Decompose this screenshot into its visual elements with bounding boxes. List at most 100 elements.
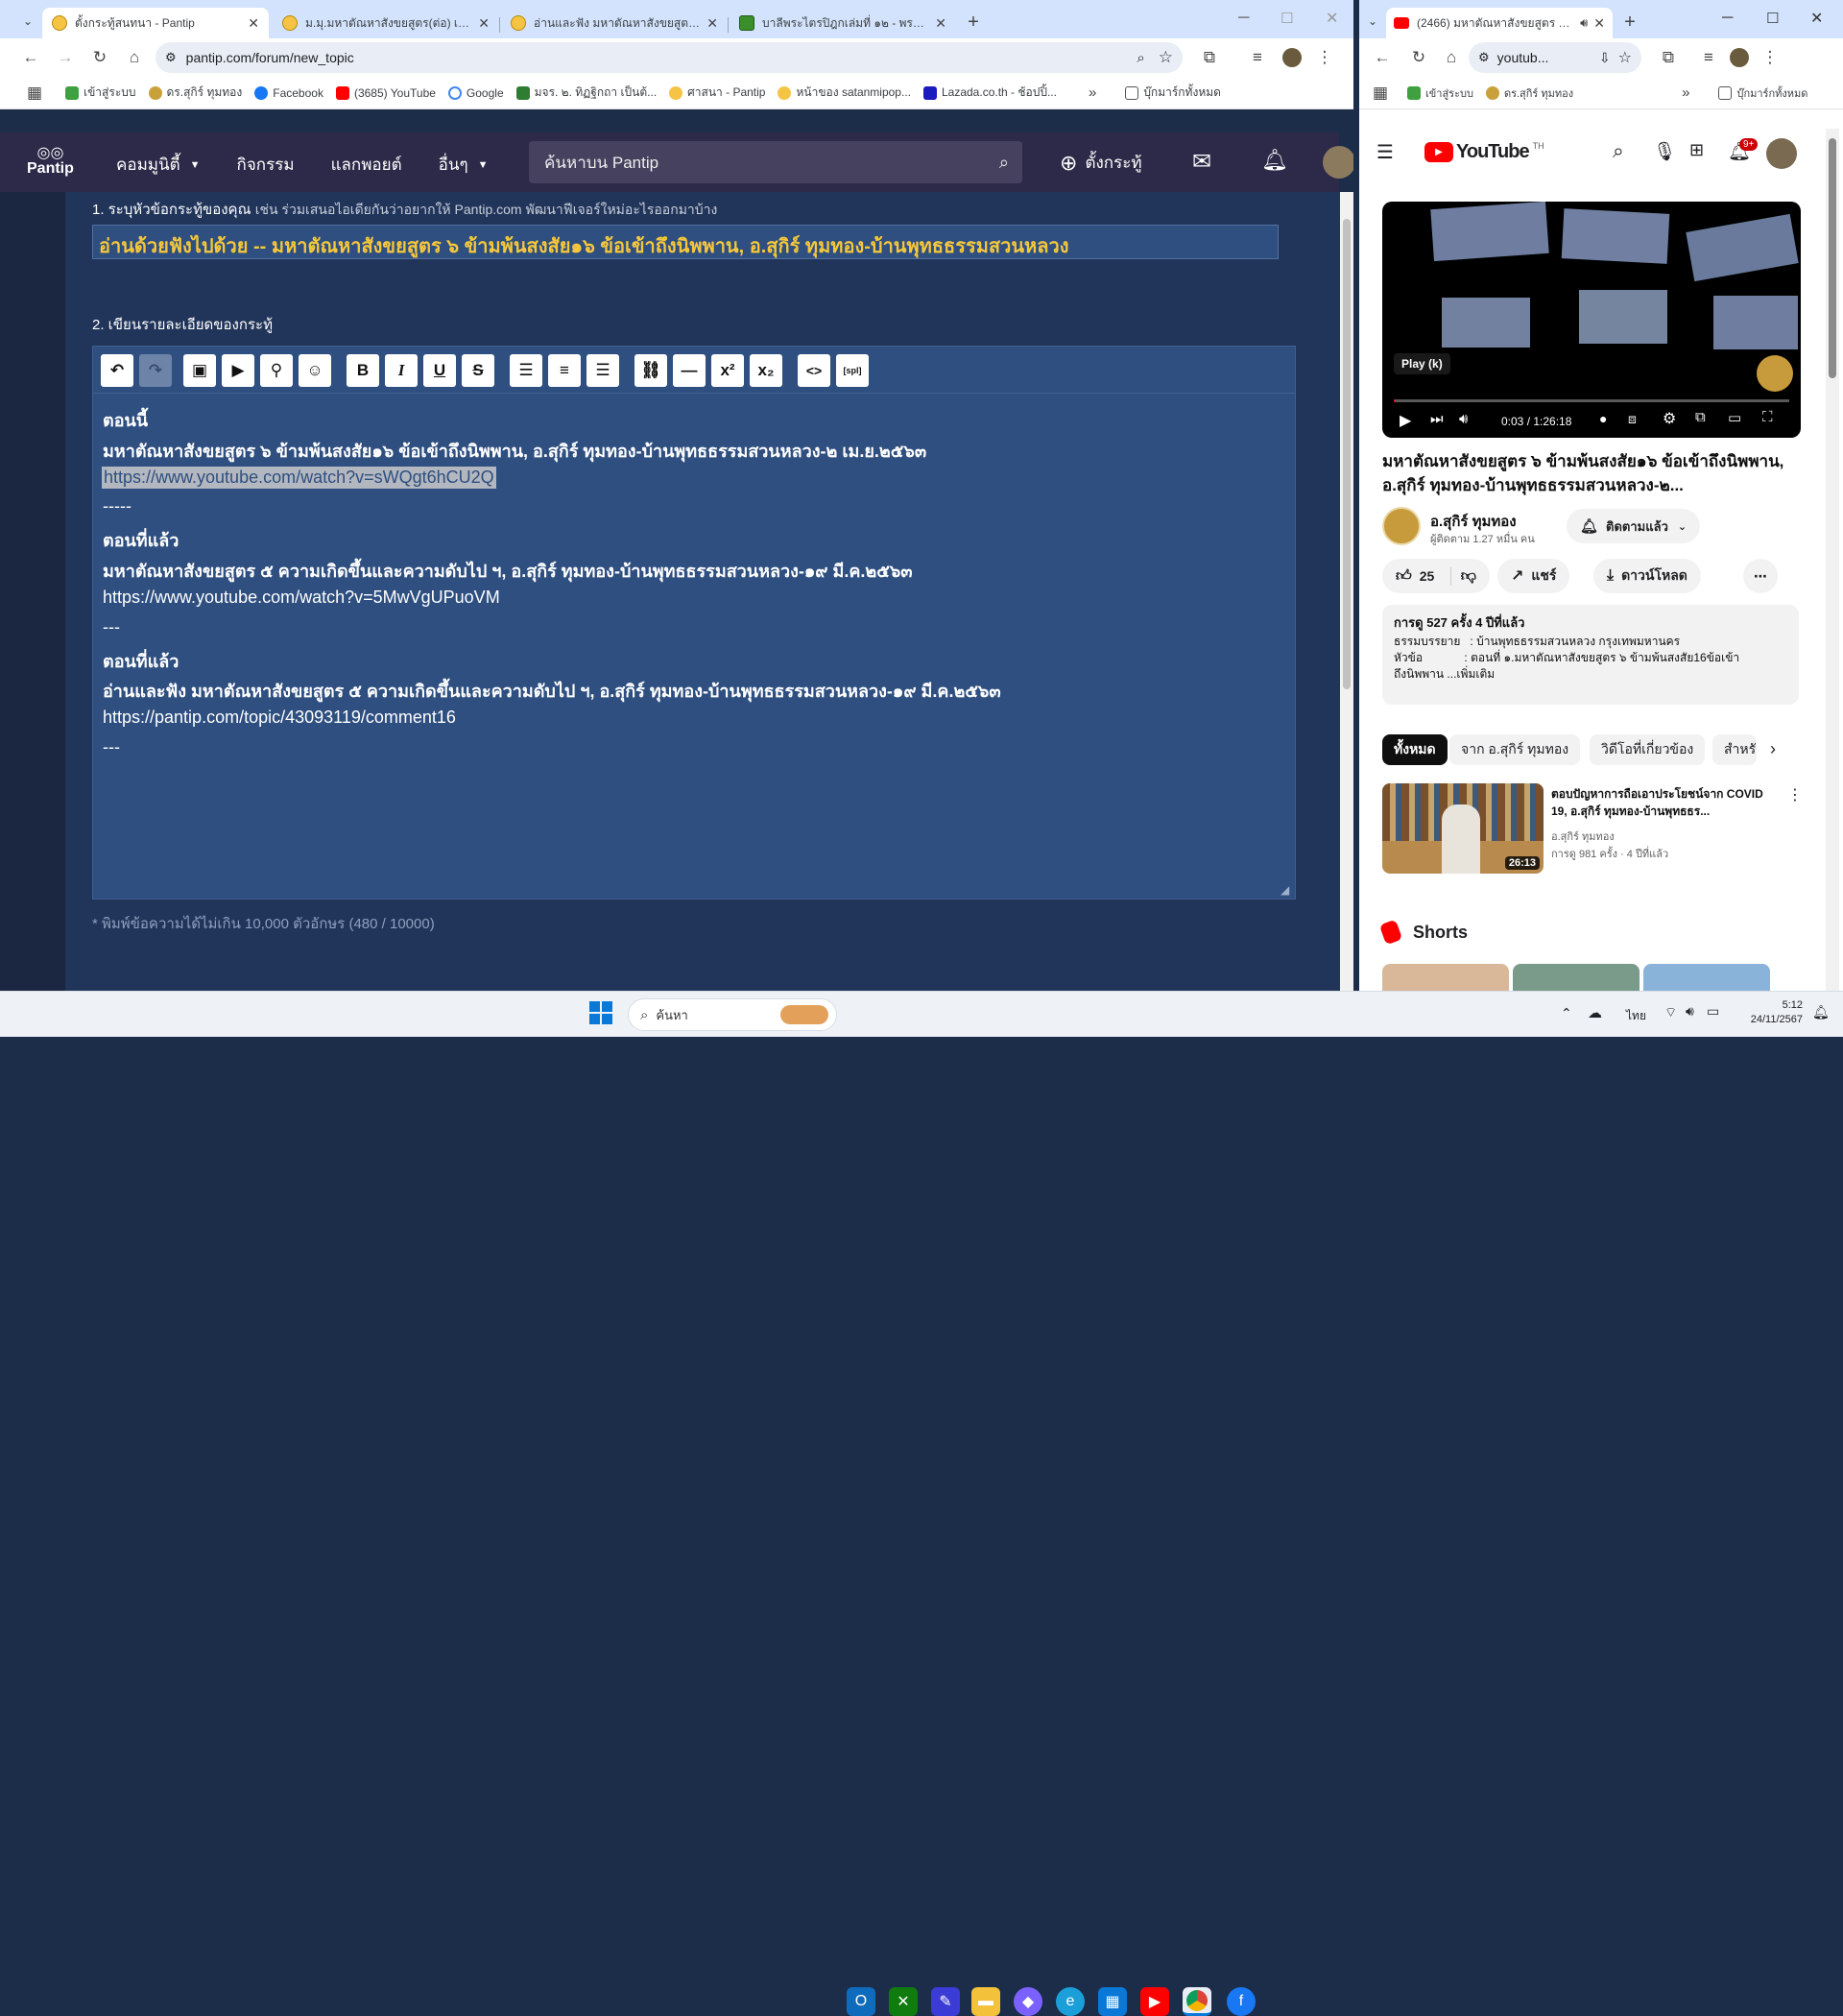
strikethrough-icon[interactable]: S xyxy=(462,354,494,387)
file-explorer-icon[interactable]: ▬ xyxy=(971,1987,1000,2016)
new-topic-button[interactable]: ⊕ ตั้งกระทู้ xyxy=(1060,150,1142,176)
search-icon[interactable]: ⌕ xyxy=(1613,140,1624,163)
menu-community[interactable]: คอมมูนิตี้ ▼ xyxy=(116,152,201,178)
pantip-search-input[interactable]: ค้นหาบน Pantip ⌕ xyxy=(529,141,1022,183)
xbox-icon[interactable]: ✕ xyxy=(889,1987,918,2016)
address-bar[interactable]: ⚙ youtub... ⇩ ☆ xyxy=(1469,42,1641,73)
install-icon[interactable]: ⇩ xyxy=(1599,50,1611,66)
rec-channel[interactable]: อ.สุกิร์ ทุมทอง xyxy=(1551,828,1615,845)
chip-all[interactable]: ทั้งหมด xyxy=(1382,734,1448,765)
wifi-icon[interactable]: ⌔ xyxy=(1664,1004,1677,1021)
bookmark-star-icon[interactable]: ☆ xyxy=(1618,48,1632,67)
tab-search-icon[interactable]: ⌄ xyxy=(14,8,41,35)
share-button[interactable]: ↗ แชร์ xyxy=(1497,559,1570,593)
hamburger-menu-icon[interactable]: ☰ xyxy=(1376,140,1394,164)
next-icon[interactable]: ⏭︎ xyxy=(1430,411,1444,427)
all-bookmarks[interactable]: บุ๊กมาร์กทั้งหมด xyxy=(1718,84,1807,102)
bell-icon[interactable]: 🔔︎ xyxy=(1261,148,1288,173)
back-icon[interactable]: ← xyxy=(1369,44,1396,71)
reload-icon[interactable]: ↻ xyxy=(86,44,113,71)
horizontal-rule-icon[interactable]: — xyxy=(673,354,706,387)
tab-3[interactable]: อ่านและฟัง มหาตัณหาสังขยสูตร ๕ ค... ✕ xyxy=(501,8,728,38)
edge-icon[interactable]: e xyxy=(1056,1987,1085,2016)
spoiler-icon[interactable]: [spl] xyxy=(836,354,869,387)
page-scrollbar[interactable] xyxy=(1340,192,1353,991)
menu-icon[interactable]: ⋮ xyxy=(1757,44,1783,71)
outlook-icon[interactable]: O xyxy=(847,1987,875,2016)
align-right-icon[interactable]: ☰ xyxy=(586,354,619,387)
profile-avatar[interactable] xyxy=(1279,44,1305,71)
apps-icon[interactable]: ▦ xyxy=(21,80,48,107)
menu-more[interactable]: อื่นๆ ▼ xyxy=(439,152,489,178)
volume-icon[interactable]: 🔊︎ xyxy=(1459,411,1468,427)
facebook-icon[interactable]: f xyxy=(1227,1987,1256,2016)
close-window-icon[interactable]: ✕ xyxy=(1326,9,1338,28)
align-left-icon[interactable]: ☰ xyxy=(510,354,542,387)
page-scrollbar[interactable] xyxy=(1826,129,1839,991)
tab-4[interactable]: บาลีพระไตรปิฎกเล่มที่ ๑๒ - พระสุตต... ✕ xyxy=(730,8,956,38)
tab-pantip-new-topic[interactable]: ตั้งกระทู้สนทนา - Pantip ✕ xyxy=(42,8,269,38)
bookmark-5[interactable]: Google xyxy=(447,85,504,100)
bookmark-2[interactable]: ดร.สุกิร์ ทุมทอง xyxy=(1485,84,1573,102)
map-pin-icon[interactable]: ⚲ xyxy=(260,354,293,387)
notification-center-icon[interactable]: 🔔︎ xyxy=(1812,1004,1830,1020)
scrollbar-thumb[interactable] xyxy=(1829,138,1836,378)
underline-icon[interactable]: U xyxy=(423,354,456,387)
input-language[interactable]: ไทย xyxy=(1626,1007,1646,1025)
chrome-icon[interactable] xyxy=(1183,1987,1211,2016)
minimize-icon[interactable]: ─ xyxy=(1238,10,1249,27)
tab-2[interactable]: ม.มุ.มหาตัณหาสังขยสูตร(ต่อ) เหตุปัจ... ✕ xyxy=(273,8,499,38)
bookmarks-overflow-icon[interactable]: » xyxy=(1682,84,1689,101)
chapter-dot-icon[interactable]: ● xyxy=(1599,411,1607,426)
site-info-icon[interactable]: ⚙ xyxy=(165,50,177,65)
home-icon[interactable]: ⌂ xyxy=(1438,44,1465,71)
theater-icon[interactable]: ▭ xyxy=(1728,409,1741,426)
menu-redeem[interactable]: แลกพอยต์ xyxy=(331,152,402,178)
bookmark-4[interactable]: (3685) YouTube xyxy=(335,85,436,100)
resize-handle-icon[interactable]: ◢ xyxy=(1281,883,1289,897)
bookmark-6[interactable]: มจร. ๒. ทิฏฐิกถา เป็นต้... xyxy=(515,84,657,102)
topic-title-input[interactable]: อ่านด้วยฟังไปด้วย -- มหาตัณหาสังขยสูตร ๖… xyxy=(92,225,1279,259)
like-button[interactable]: 👍︎ 25 👎︎ xyxy=(1382,559,1490,593)
undo-icon[interactable]: ↶ xyxy=(101,354,133,387)
youtube-logo[interactable]: ▶ YouTube TH xyxy=(1424,141,1544,163)
tray-chevron-icon[interactable]: ⌃ xyxy=(1561,1005,1572,1021)
store-icon[interactable]: ▦ xyxy=(1098,1987,1127,2016)
subtitles-icon[interactable]: ⧈ xyxy=(1628,411,1637,427)
account-avatar[interactable] xyxy=(1766,138,1797,169)
battery-icon[interactable]: ▭ xyxy=(1707,1003,1719,1020)
emoji-icon[interactable]: ☺ xyxy=(299,354,331,387)
subscribed-button[interactable]: 🔔︎ ติดตามแล้ว ⌄ xyxy=(1567,509,1701,543)
chevron-right-icon[interactable]: › xyxy=(1770,739,1776,759)
video-player[interactable]: Play (k) ▶ ⏭︎ 🔊︎ 0:03 / 1:26:18 ● ⧈ ⚙ ⧉ … xyxy=(1382,202,1801,438)
tab-youtube[interactable]: (2466) มหาตัณหาสังขยสูตร ๖ ข... 🔊︎ ✕ xyxy=(1386,8,1613,38)
extensions-icon[interactable]: ⧉ xyxy=(1655,44,1682,71)
image-icon[interactable]: ▣ xyxy=(183,354,216,387)
youtube-app-icon[interactable]: ▶ xyxy=(1140,1987,1169,2016)
video-icon[interactable]: ▶ xyxy=(222,354,254,387)
progress-bar[interactable] xyxy=(1394,399,1789,402)
bookmark-8[interactable]: หน้าของ satanmipop... xyxy=(778,84,911,102)
redo-icon[interactable]: ↷ xyxy=(139,354,172,387)
bookmark-1[interactable]: เข้าสู่ระบบ xyxy=(1407,84,1473,102)
short-thumb[interactable] xyxy=(1382,964,1509,991)
back-icon[interactable]: ← xyxy=(17,44,44,71)
channel-avatar[interactable] xyxy=(1382,507,1421,545)
bookmark-9[interactable]: Lazada.co.th - ช้อปปิ้... xyxy=(922,84,1057,102)
miniplayer-icon[interactable]: ⧉ xyxy=(1695,409,1706,425)
chip-for-you[interactable]: สำหรั xyxy=(1712,734,1757,765)
bookmark-7[interactable]: ศาสนา - Pantip xyxy=(669,84,765,102)
site-info-icon[interactable]: ⚙ xyxy=(1478,50,1490,65)
short-thumb[interactable] xyxy=(1643,964,1770,991)
volume-icon[interactable]: 🔊︎ xyxy=(1686,1003,1694,1020)
download-button[interactable]: ⤓ ดาวน์โหลด xyxy=(1593,559,1701,593)
bookmark-2[interactable]: ดร.สุกิร์ ทุมทอง xyxy=(148,84,242,102)
subscript-icon[interactable]: x₂ xyxy=(750,354,782,387)
home-icon[interactable]: ⌂ xyxy=(121,44,148,71)
minimize-icon[interactable]: ─ xyxy=(1722,10,1733,27)
profile-avatar[interactable] xyxy=(1726,44,1753,71)
chip-related[interactable]: วิดีโอที่เกี่ยวข้อง xyxy=(1590,734,1706,765)
zoom-icon[interactable]: ⌕ xyxy=(1137,50,1144,66)
microphone-icon[interactable]: 🎙︎ xyxy=(1653,140,1676,163)
bookmark-star-icon[interactable]: ☆ xyxy=(1159,48,1173,67)
